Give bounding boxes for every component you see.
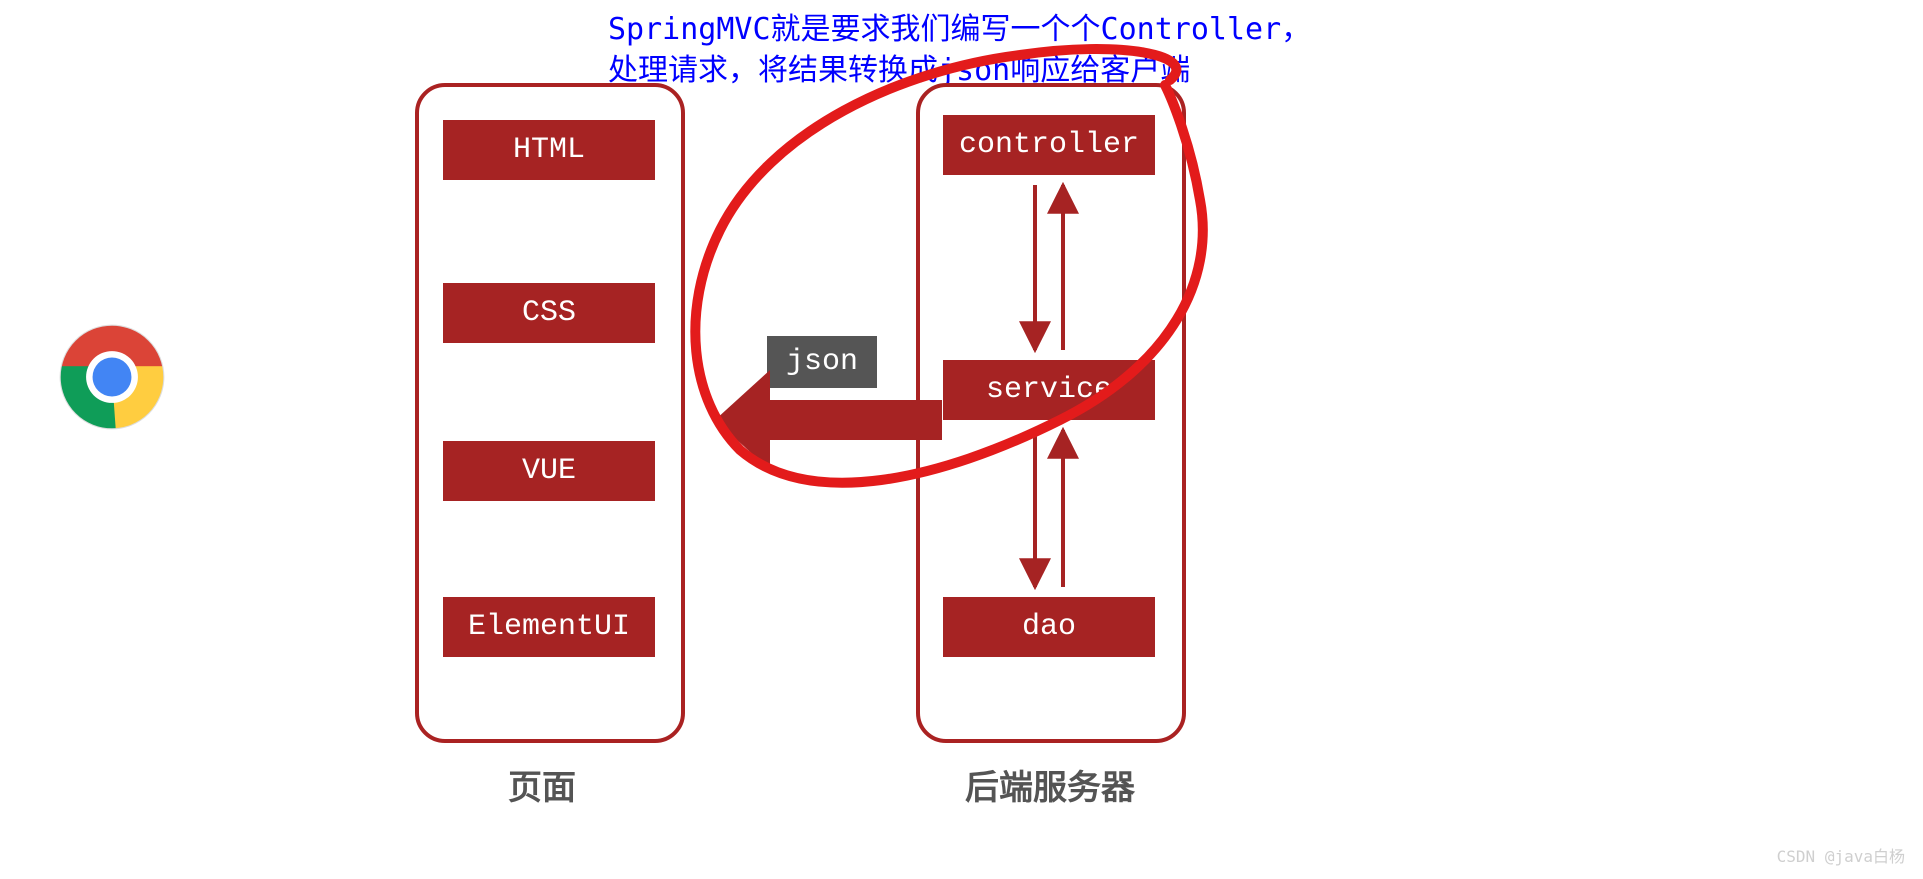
backend-layer-dao: dao bbox=[943, 597, 1155, 657]
json-label: json bbox=[786, 345, 858, 379]
backend-layer-label: service bbox=[986, 373, 1112, 407]
frontend-item-vue: VUE bbox=[443, 441, 655, 501]
frontend-item-label: ElementUI bbox=[468, 610, 630, 644]
backend-caption: 后端服务器 bbox=[965, 760, 1135, 809]
frontend-item-label: VUE bbox=[522, 454, 576, 488]
frontend-item-html: HTML bbox=[443, 120, 655, 180]
json-label-box: json bbox=[767, 336, 877, 388]
backend-layer-label: dao bbox=[1022, 610, 1076, 644]
backend-layer-label: controller bbox=[959, 128, 1139, 162]
annotation-line-1: SpringMVC就是要求我们编写一个个Controller， bbox=[608, 12, 1311, 47]
frontend-item-elementui: ElementUI bbox=[443, 597, 655, 657]
chrome-icon bbox=[58, 323, 166, 431]
backend-layer-controller: controller bbox=[943, 115, 1155, 175]
frontend-caption: 页面 bbox=[508, 760, 576, 809]
frontend-item-label: CSS bbox=[522, 296, 576, 330]
watermark: CSDN @java白杨 bbox=[1777, 843, 1905, 867]
annotation-text: SpringMVC就是要求我们编写一个个Controller， 处理请求，将结果… bbox=[608, 10, 1311, 91]
backend-layer-service: service bbox=[943, 360, 1155, 420]
frontend-item-label: HTML bbox=[513, 133, 585, 167]
frontend-item-css: CSS bbox=[443, 283, 655, 343]
